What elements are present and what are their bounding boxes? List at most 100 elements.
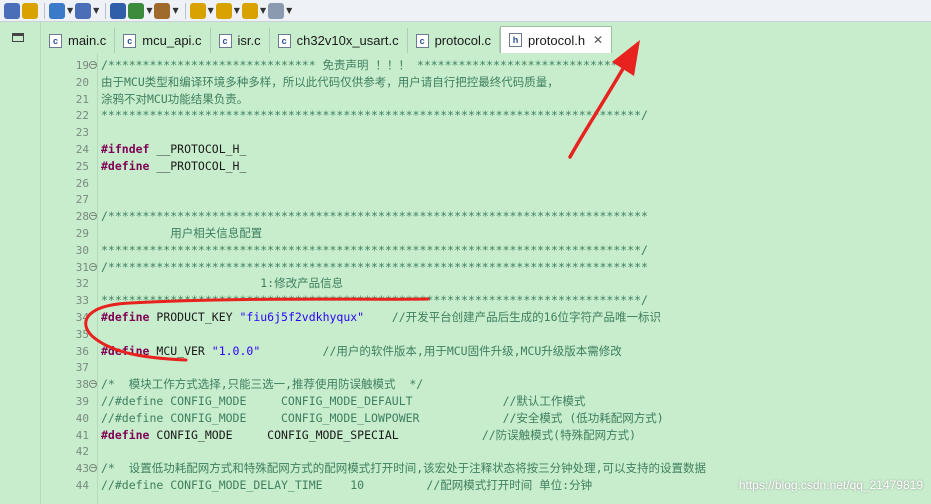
dropdown-arrow-icon[interactable]: ▼ (260, 6, 266, 15)
code-token: "fiu6j5f2vdkhyqux" (239, 310, 365, 324)
code-text: 涂鸦不对MCU功能结果负责。 (101, 91, 248, 108)
dropdown-arrow-icon[interactable]: ▼ (172, 6, 178, 15)
code-line[interactable]: 33 **************************************… (76, 292, 931, 309)
back-icon (241, 2, 258, 19)
tab-mcu-api-c[interactable]: c mcu_api.c (115, 28, 211, 53)
code-token: PRODUCT_KEY (149, 310, 240, 324)
code-token: //#define CONFIG_MODE CONFIG_MODE_DEFAUL… (101, 394, 586, 408)
load-button[interactable] (110, 2, 127, 20)
code-text: //#define CONFIG_MODE_DELAY_TIME 10 //配网… (101, 477, 592, 494)
code-token: #define (101, 343, 150, 358)
code-line[interactable]: 38−/* 模块工作方式选择,只能三选一,推荐使用防误触模式 */ (76, 376, 931, 393)
prev-annotation-button[interactable]: ▼ (215, 2, 240, 20)
c-file-icon: c (415, 33, 429, 48)
line-number: 43 (75, 462, 89, 476)
print-icon (75, 2, 92, 19)
fold-toggle-icon[interactable]: − (89, 464, 97, 473)
line-number: 26 (75, 176, 89, 190)
code-text: ****************************************… (101, 292, 648, 309)
code-line[interactable]: 35 (76, 326, 931, 343)
debug-button[interactable]: ▼ (128, 2, 152, 20)
code-line[interactable]: 26 (76, 175, 931, 192)
tab-label: main.c (68, 33, 107, 48)
dropdown-arrow-icon[interactable]: ▼ (234, 6, 240, 15)
code-line[interactable]: 24 #ifndef __PROTOCOL_H_ (76, 141, 931, 158)
code-token: /* 模块工作方式选择,只能三选一,推荐使用防误触模式 */ (101, 377, 424, 392)
code-token: CONFIG_MODE CONFIG_MODE_SPECIAL (149, 427, 482, 442)
fold-toggle-icon[interactable]: − (89, 380, 97, 389)
code-line[interactable]: 40 //#define CONFIG_MODE CONFIG_MODE_LOWP… (76, 410, 931, 427)
dropdown-arrow-icon[interactable]: ▼ (208, 6, 214, 15)
code-text: #define __PROTOCOL_H_ (101, 158, 246, 175)
code-line[interactable]: 36 #define MCU_VER "1.0.0" //用户的软件版本,用于MC… (76, 343, 931, 360)
code-text: 1:修改产品信息 (101, 275, 343, 292)
close-tab-icon[interactable]: ✕ (593, 33, 603, 47)
code-line[interactable]: 34 #define PRODUCT_KEY "fiu6j5f2vdkhyqux"… (76, 309, 931, 326)
main-toolbar: ▼ ▼ ▼ ▼ ▼ ▼ ▼ ▼ (0, 0, 931, 22)
code-token: /* 设置低功耗配网方式和特殊配网方式的配网模式打开时间,该宏处于注释状态将按三… (101, 461, 707, 476)
next-annotation-button[interactable]: ▼ (189, 2, 214, 20)
code-editor[interactable]: 19−/****************************** 免责声明 … (41, 53, 931, 504)
code-line[interactable]: 28−/************************************… (76, 208, 931, 225)
code-line[interactable]: 19−/****************************** 免责声明 … (76, 57, 931, 74)
open-project-icon (22, 2, 38, 19)
tab-label: mcu_api.c (142, 33, 202, 48)
code-token: __PROTOCOL_H_ (149, 142, 247, 156)
dropdown-arrow-icon[interactable]: ▼ (67, 6, 73, 15)
code-line[interactable]: 22 **************************************… (76, 107, 931, 124)
code-token: //用户的软件版本,用于MCU固件升级,MCU升级版本需修改 (260, 343, 622, 358)
code-area[interactable]: 19−/****************************** 免责声明 … (76, 53, 931, 504)
line-number: 27 (75, 193, 89, 207)
code-text: //#define CONFIG_MODE CONFIG_MODE_LOWPOW… (101, 410, 664, 427)
back-button[interactable]: ▼ (241, 2, 266, 20)
code-text: /***************************************… (101, 208, 648, 225)
code-token: //开发平台创建产品后生成的16位字符产品唯一标识 (364, 310, 661, 324)
load-icon (110, 2, 127, 19)
code-text: ****************************************… (101, 107, 648, 124)
build-config-button[interactable]: ▼ (49, 2, 73, 20)
print-button[interactable]: ▼ (75, 2, 99, 20)
code-line[interactable]: 27 (76, 191, 931, 208)
toolbar-separator (105, 2, 107, 19)
code-text: ****************************************… (101, 242, 648, 259)
code-line[interactable]: 30 **************************************… (76, 242, 931, 259)
code-line[interactable]: 43−/* 设置低功耗配网方式和特殊配网方式的配网模式打开时间,该宏处于注释状态… (76, 460, 931, 477)
code-line[interactable]: 37 (76, 359, 931, 376)
code-token: "1.0.0" (211, 343, 261, 358)
dropdown-arrow-icon[interactable]: ▼ (93, 6, 99, 15)
code-text: /***************************************… (101, 259, 648, 276)
code-line[interactable]: 21 涂鸦不对MCU功能结果负责。 (76, 91, 931, 108)
code-text: /* 模块工作方式选择,只能三选一,推荐使用防误触模式 */ (101, 376, 423, 393)
forward-button[interactable]: ▼ (268, 2, 292, 20)
open-project-button[interactable] (22, 2, 38, 20)
line-number: 25 (75, 159, 89, 173)
code-token: #define (101, 158, 150, 173)
line-number: 30 (75, 243, 89, 257)
code-line[interactable]: 23 (76, 124, 931, 141)
code-line[interactable]: 25 #define __PROTOCOL_H_ (76, 158, 931, 175)
code-line[interactable]: 31−/************************************… (76, 259, 931, 276)
tab-ch32v10x-usart-c[interactable]: c ch32v10x_usart.c (270, 28, 408, 53)
code-line[interactable]: 39 //#define CONFIG_MODE CONFIG_MODE_DEFA… (76, 393, 931, 410)
code-line[interactable]: 32 1:修改产品信息 (76, 275, 931, 292)
tab-protocol-h[interactable]: h protocol.h ✕ (499, 26, 613, 53)
fold-toggle-icon[interactable]: − (89, 262, 97, 271)
code-line[interactable]: 41 #define CONFIG_MODE CONFIG_MODE_SPECIA… (76, 427, 931, 444)
c-file-icon: c (277, 33, 291, 48)
code-line[interactable]: 42 (76, 443, 931, 460)
code-token: __PROTOCOL_H_ (149, 158, 247, 173)
restore-view-icon[interactable] (12, 33, 24, 42)
fold-toggle-icon[interactable]: − (89, 212, 97, 221)
code-token: /***************************************… (101, 259, 648, 274)
tab-protocol-c[interactable]: c protocol.c (408, 28, 500, 53)
code-line[interactable]: 29 用户相关信息配置 (76, 225, 931, 242)
tab-isr-c[interactable]: c isr.c (211, 28, 270, 53)
fold-toggle-icon[interactable]: − (89, 61, 97, 69)
next-annotation-icon (189, 2, 206, 19)
dropdown-arrow-icon[interactable]: ▼ (146, 6, 152, 15)
dropdown-arrow-icon[interactable]: ▼ (286, 6, 292, 15)
tab-main-c[interactable]: c main.c (41, 28, 116, 53)
new-file-button[interactable] (4, 2, 20, 20)
tools-button[interactable]: ▼ (154, 2, 179, 20)
code-line[interactable]: 20 由于MCU类型和编译环境多种多样，所以此代码仅供参考，用户请自行把控最终代码… (76, 74, 931, 91)
